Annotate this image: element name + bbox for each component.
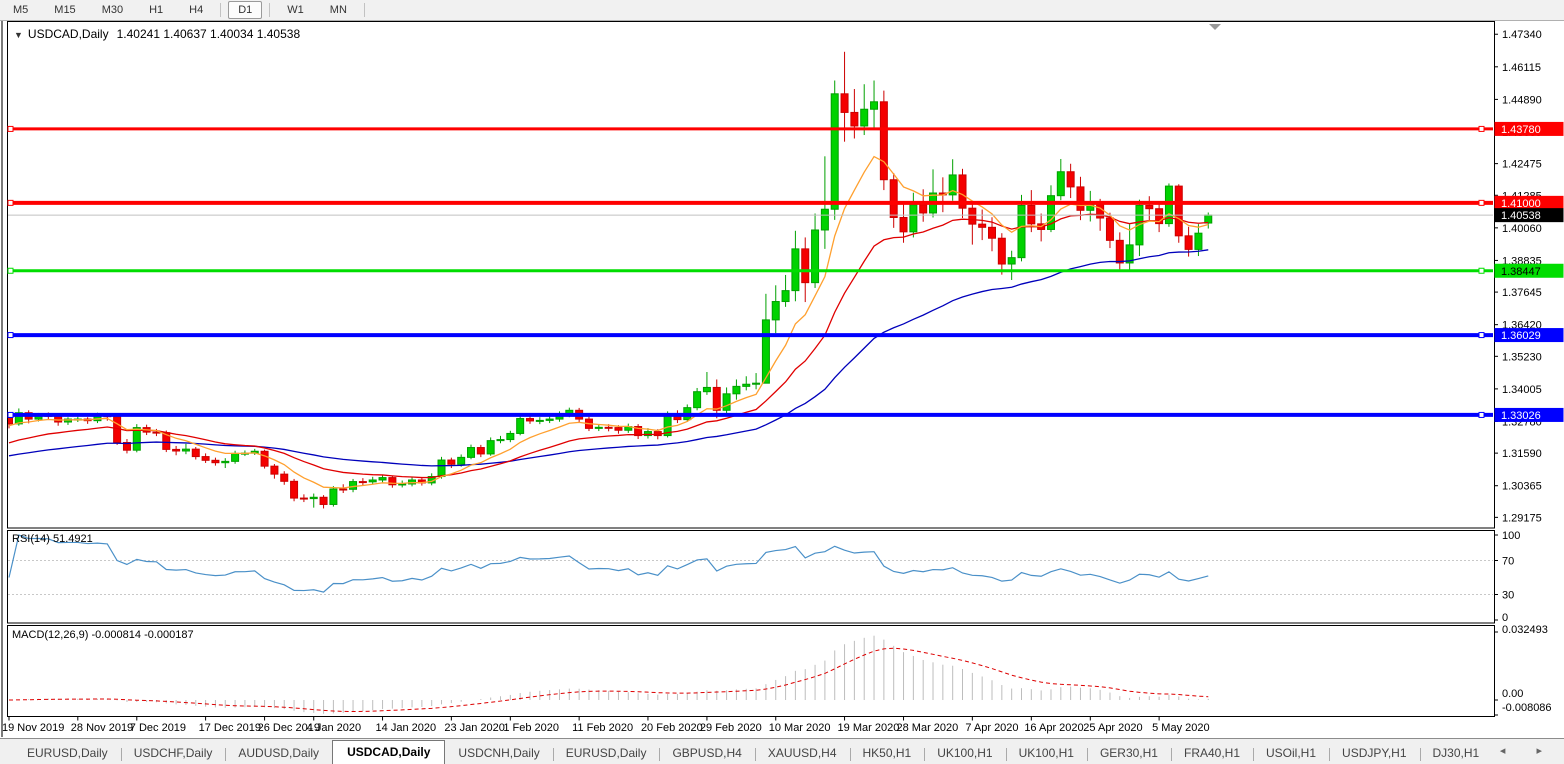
svg-text:25 Apr 2020: 25 Apr 2020: [1083, 722, 1142, 734]
chart-symbol-label: USDCAD,Daily: [28, 27, 109, 41]
svg-text:4 Jan 2020: 4 Jan 2020: [307, 722, 361, 734]
svg-text:1.47340: 1.47340: [1502, 29, 1542, 41]
svg-text:5 May 2020: 5 May 2020: [1152, 722, 1209, 734]
svg-text:19 Nov 2019: 19 Nov 2019: [2, 722, 64, 734]
rsi-panel-border: [8, 531, 1495, 624]
svg-text:1.31590: 1.31590: [1502, 448, 1542, 460]
chart-tab-eurusd-daily[interactable]: EURUSD,Daily: [553, 742, 660, 764]
chart-tab-gbpusd-h4[interactable]: GBPUSD,H4: [659, 742, 754, 764]
svg-text:1.44890: 1.44890: [1502, 94, 1542, 106]
svg-text:0: 0: [1502, 612, 1508, 624]
candlesticks: [6, 52, 1212, 509]
svg-text:100: 100: [1502, 530, 1520, 542]
chart-tab-usdjpy-h1[interactable]: USDJPY,H1: [1329, 742, 1419, 764]
chart-tab-usdcnh-daily[interactable]: USDCNH,Daily: [445, 742, 552, 764]
svg-text:1.33026: 1.33026: [1501, 410, 1541, 422]
trading-app-window: M5M15M30H1H4D1W1MN 1.473401.461151.44890…: [0, 0, 1564, 764]
chart-tab-bar: EURUSD,DailyUSDCHF,DailyAUDUSD,DailyUSDC…: [0, 738, 1564, 764]
chart-tab-uk100-h1[interactable]: UK100,H1: [1006, 742, 1087, 764]
svg-text:1.40538: 1.40538: [1501, 210, 1541, 222]
chart-tab-hk50-h1[interactable]: HK50,H1: [850, 742, 925, 764]
svg-text:1.43780: 1.43780: [1501, 124, 1541, 136]
chart-tab-eurusd-daily[interactable]: EURUSD,Daily: [14, 742, 121, 764]
svg-text:0.00: 0.00: [1502, 688, 1523, 700]
svg-text:1.30365: 1.30365: [1502, 481, 1542, 493]
svg-text:1.36029: 1.36029: [1501, 330, 1541, 342]
rsi-panel: 100 70 30 0: [8, 530, 1520, 624]
svg-text:17 Dec 2019: 17 Dec 2019: [199, 722, 261, 734]
svg-text:7 Dec 2019: 7 Dec 2019: [130, 722, 186, 734]
chart-tab-usdcad-daily[interactable]: USDCAD,Daily: [332, 740, 445, 764]
svg-text:1.41000: 1.41000: [1501, 198, 1541, 210]
svg-text:10 Mar 2020: 10 Mar 2020: [769, 722, 831, 734]
macd-panel-border: [8, 626, 1495, 717]
svg-text:1 Feb 2020: 1 Feb 2020: [503, 722, 559, 734]
svg-text:14 Jan 2020: 14 Jan 2020: [376, 722, 437, 734]
chart-tab-xauusd-h4[interactable]: XAUUSD,H4: [755, 742, 850, 764]
horizontal-line-1.36029[interactable]: 1.36029: [8, 328, 1564, 342]
svg-text:1.35230: 1.35230: [1502, 351, 1542, 363]
svg-text:11 Feb 2020: 11 Feb 2020: [572, 722, 633, 734]
svg-text:-0.008086: -0.008086: [1502, 702, 1552, 714]
chart-tab-usdchf-daily[interactable]: USDCHF,Daily: [121, 742, 226, 764]
chart-canvas[interactable]: 1.473401.461151.448901.436651.424751.412…: [0, 0, 1564, 764]
horizontal-line-1.33026[interactable]: 1.33026: [8, 408, 1564, 422]
svg-text:1.40060: 1.40060: [1502, 223, 1542, 235]
chart-tab-dj30-h1[interactable]: DJ30,H1: [1420, 742, 1493, 764]
chart-title: ▼ USDCAD,Daily 1.40241 1.40637 1.40034 1.4…: [14, 27, 300, 41]
ma-mid-line[interactable]: [9, 214, 1208, 477]
svg-text:16 Apr 2020: 16 Apr 2020: [1024, 722, 1083, 734]
svg-text:1.37645: 1.37645: [1502, 287, 1542, 299]
svg-text:28 Nov 2019: 28 Nov 2019: [71, 722, 133, 734]
svg-text:1.46115: 1.46115: [1502, 62, 1541, 74]
svg-text:28 Mar 2020: 28 Mar 2020: [897, 722, 959, 734]
ma-slow-line[interactable]: [9, 250, 1208, 466]
macd-indicator-label: MACD(12,26,9) -0.000814 -0.000187: [12, 629, 194, 641]
chart-tab-usoil-h1[interactable]: USOil,H1: [1253, 742, 1329, 764]
macd-signal-line: [9, 648, 1208, 711]
svg-text:23 Jan 2020: 23 Jan 2020: [444, 722, 505, 734]
macd-panel: 0.032493 0.00 -0.008086: [9, 624, 1552, 715]
horizontal-line-1.43780[interactable]: 1.43780: [8, 122, 1564, 136]
svg-text:70: 70: [1502, 556, 1514, 568]
chart-tab-ger30-h1[interactable]: GER30,H1: [1087, 742, 1171, 764]
svg-text:1.42475: 1.42475: [1502, 159, 1542, 171]
chart-tab-fra40-h1[interactable]: FRA40,H1: [1171, 742, 1253, 764]
svg-text:29 Feb 2020: 29 Feb 2020: [700, 722, 762, 734]
chart-shift-marker-icon[interactable]: [1209, 24, 1221, 30]
chart-tab-uk100-h1[interactable]: UK100,H1: [924, 742, 1005, 764]
svg-text:1.29175: 1.29175: [1502, 512, 1542, 524]
chevron-down-icon[interactable]: ▼: [14, 30, 23, 40]
tab-scroll-arrows[interactable]: ◂ ▸: [1500, 744, 1556, 757]
chart-tab-audusd-daily[interactable]: AUDUSD,Daily: [225, 742, 332, 764]
rsi-line: [9, 535, 1208, 592]
date-axis: 19 Nov 2019 28 Nov 20197 Dec 2019 17 Dec 2…: [2, 717, 1210, 735]
svg-text:1.34005: 1.34005: [1502, 384, 1542, 396]
main-panel-border: [8, 22, 1495, 529]
horizontal-line-1.41000[interactable]: 1.41000: [8, 196, 1564, 210]
svg-text:1.38447: 1.38447: [1501, 266, 1541, 278]
svg-text:19 Mar 2020: 19 Mar 2020: [838, 722, 900, 734]
svg-text:20 Feb 2020: 20 Feb 2020: [641, 722, 703, 734]
svg-text:0.032493: 0.032493: [1502, 624, 1548, 636]
svg-text:7 Apr 2020: 7 Apr 2020: [965, 722, 1018, 734]
chart-ohlc-values: 1.40241 1.40637 1.40034 1.40538: [117, 27, 301, 41]
rsi-indicator-label: RSI(14) 51.4921: [12, 533, 93, 545]
current-price-marker: 1.40538: [8, 208, 1564, 222]
svg-text:30: 30: [1502, 590, 1514, 602]
